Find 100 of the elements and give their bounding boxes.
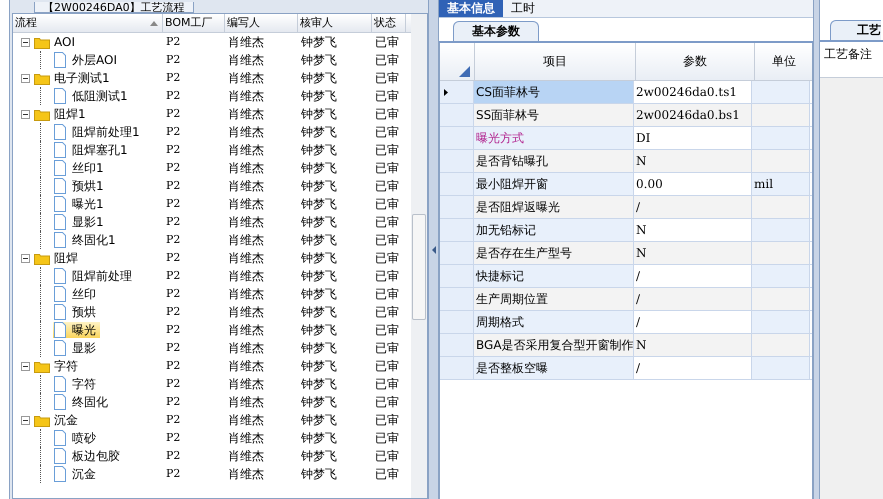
table-cell[interactable]: N <box>634 242 752 264</box>
tree-item[interactable]: 丝印1 <box>53 160 108 176</box>
collapse-arrow-icon[interactable] <box>432 246 436 254</box>
table-cell[interactable]: DI <box>634 127 752 149</box>
table-cell[interactable]: 是否阻焊返曝光 <box>474 196 634 218</box>
tab[interactable]: 工艺 <box>830 20 881 40</box>
tab[interactable]: 基本参数 <box>453 21 539 41</box>
column-header[interactable]: 参数 <box>636 43 755 80</box>
table-cell[interactable] <box>752 334 810 356</box>
tree-item[interactable]: 阻焊前处理 <box>53 268 136 284</box>
table-cell[interactable] <box>752 81 810 103</box>
tree-item[interactable]: 沉金 <box>34 412 82 428</box>
tab[interactable]: 基本信息 <box>439 0 503 17</box>
table-cell[interactable] <box>752 288 810 310</box>
table-cell[interactable]: N <box>634 219 752 241</box>
tree-item[interactable]: AOI <box>34 34 79 50</box>
table-cell[interactable]: mil <box>752 173 810 195</box>
row-header[interactable] <box>440 219 474 241</box>
table-cell[interactable]: 2w00246da0.bs1 <box>634 104 752 126</box>
panel-title[interactable]: 【2W00246DA0】工艺流程 <box>34 2 194 13</box>
tree-item[interactable]: 显影 <box>53 340 100 356</box>
table-cell[interactable]: BGA是否采用复合型开窗制作 <box>474 334 634 356</box>
table-cell[interactable] <box>752 104 810 126</box>
table-cell[interactable]: 加无铅标记 <box>474 219 634 241</box>
column-header[interactable]: 状态 <box>372 14 406 32</box>
row-header[interactable] <box>440 196 474 218</box>
table-cell[interactable]: 曝光方式 <box>474 127 634 149</box>
table-cell[interactable] <box>752 265 810 287</box>
table-cell[interactable]: 最小阻焊开窗 <box>474 173 634 195</box>
table-cell[interactable] <box>752 311 810 333</box>
tree-item[interactable]: 终固化 <box>53 394 112 410</box>
collapse-toggle[interactable] <box>21 362 30 370</box>
tree-item[interactable]: 沉金 <box>53 466 100 482</box>
column-header[interactable]: 核审人 <box>298 14 372 32</box>
row-header[interactable] <box>440 265 474 287</box>
tree-item[interactable]: 终固化1 <box>53 232 120 248</box>
row-header[interactable] <box>440 334 474 356</box>
row-header[interactable] <box>440 242 474 264</box>
document-icon <box>53 376 67 392</box>
column-header[interactable]: 项目 <box>475 43 636 80</box>
table-cell[interactable] <box>752 127 810 149</box>
table-cell[interactable]: 生产周期位置 <box>474 288 634 310</box>
table-cell[interactable]: 是否整板空曝 <box>474 357 634 379</box>
tree-item[interactable]: 显影1 <box>53 214 108 230</box>
collapse-toggle[interactable] <box>21 38 30 46</box>
tree-item[interactable]: 丝印 <box>53 286 100 302</box>
table-cell[interactable]: 2w00246da0.ts1 <box>634 81 752 103</box>
table-cell[interactable]: 0.00 <box>634 173 752 195</box>
collapse-toggle[interactable] <box>21 110 30 118</box>
row-header[interactable] <box>440 104 474 126</box>
collapse-toggle[interactable] <box>21 74 30 82</box>
scrollbar[interactable] <box>411 14 427 498</box>
collapse-toggle[interactable] <box>21 254 30 262</box>
table-cell[interactable] <box>752 196 810 218</box>
tree-item[interactable]: 低阻测试1 <box>53 88 132 104</box>
table-cell[interactable] <box>752 357 810 379</box>
row-header[interactable] <box>440 311 474 333</box>
tree-item[interactable]: 字符 <box>53 376 100 392</box>
tab[interactable]: 工时 <box>503 0 543 17</box>
table-cell[interactable] <box>752 219 810 241</box>
tree-item[interactable]: 阻焊1 <box>34 106 90 122</box>
table-cell[interactable]: / <box>634 265 752 287</box>
table-cell[interactable]: 是否存在生产型号 <box>474 242 634 264</box>
tree-item[interactable]: 阻焊塞孔1 <box>53 142 132 158</box>
table-cell[interactable]: CS面菲林号 <box>474 81 634 103</box>
tree-item[interactable]: 电子测试1 <box>34 70 114 86</box>
tree-item[interactable]: 阻焊 <box>34 250 82 266</box>
row-header[interactable] <box>440 357 474 379</box>
table-cell[interactable]: 快捷标记 <box>474 265 634 287</box>
table-cell[interactable]: 周期格式 <box>474 311 634 333</box>
tree-item[interactable]: 外层AOI <box>53 52 121 68</box>
tree-item[interactable]: 曝光 <box>53 322 100 338</box>
row-header[interactable] <box>440 127 474 149</box>
tree-item[interactable]: 喷砂 <box>53 430 100 446</box>
column-header[interactable]: 编写人 <box>225 14 298 32</box>
table-cell[interactable]: N <box>634 334 752 356</box>
row-header[interactable] <box>440 81 474 103</box>
table-cell[interactable] <box>752 150 810 172</box>
tree-item[interactable]: 板边包胶 <box>53 448 124 464</box>
tree-item[interactable]: 预烘1 <box>53 178 108 194</box>
table-cell[interactable]: / <box>634 357 752 379</box>
row-header[interactable] <box>440 150 474 172</box>
tree-item[interactable]: 字符 <box>34 358 82 374</box>
table-cell[interactable]: / <box>634 288 752 310</box>
tree-item[interactable]: 预烘 <box>53 304 100 320</box>
table-cell[interactable] <box>752 242 810 264</box>
column-header[interactable]: 流程 <box>13 14 163 32</box>
table-cell[interactable]: / <box>634 311 752 333</box>
table-cell[interactable]: 是否背钻曝孔 <box>474 150 634 172</box>
table-cell[interactable]: N <box>634 150 752 172</box>
splitter-bar[interactable] <box>813 0 820 499</box>
table-cell[interactable]: SS面菲林号 <box>474 104 634 126</box>
tree-item[interactable]: 阻焊前处理1 <box>53 124 144 140</box>
collapse-toggle[interactable] <box>21 416 30 424</box>
table-cell-text: 肖维杰 <box>227 358 265 375</box>
row-header[interactable] <box>440 173 474 195</box>
column-header[interactable]: BOM工厂 <box>163 14 225 32</box>
table-cell[interactable]: / <box>634 196 752 218</box>
row-header[interactable] <box>440 288 474 310</box>
tree-item[interactable]: 曝光1 <box>53 196 108 212</box>
